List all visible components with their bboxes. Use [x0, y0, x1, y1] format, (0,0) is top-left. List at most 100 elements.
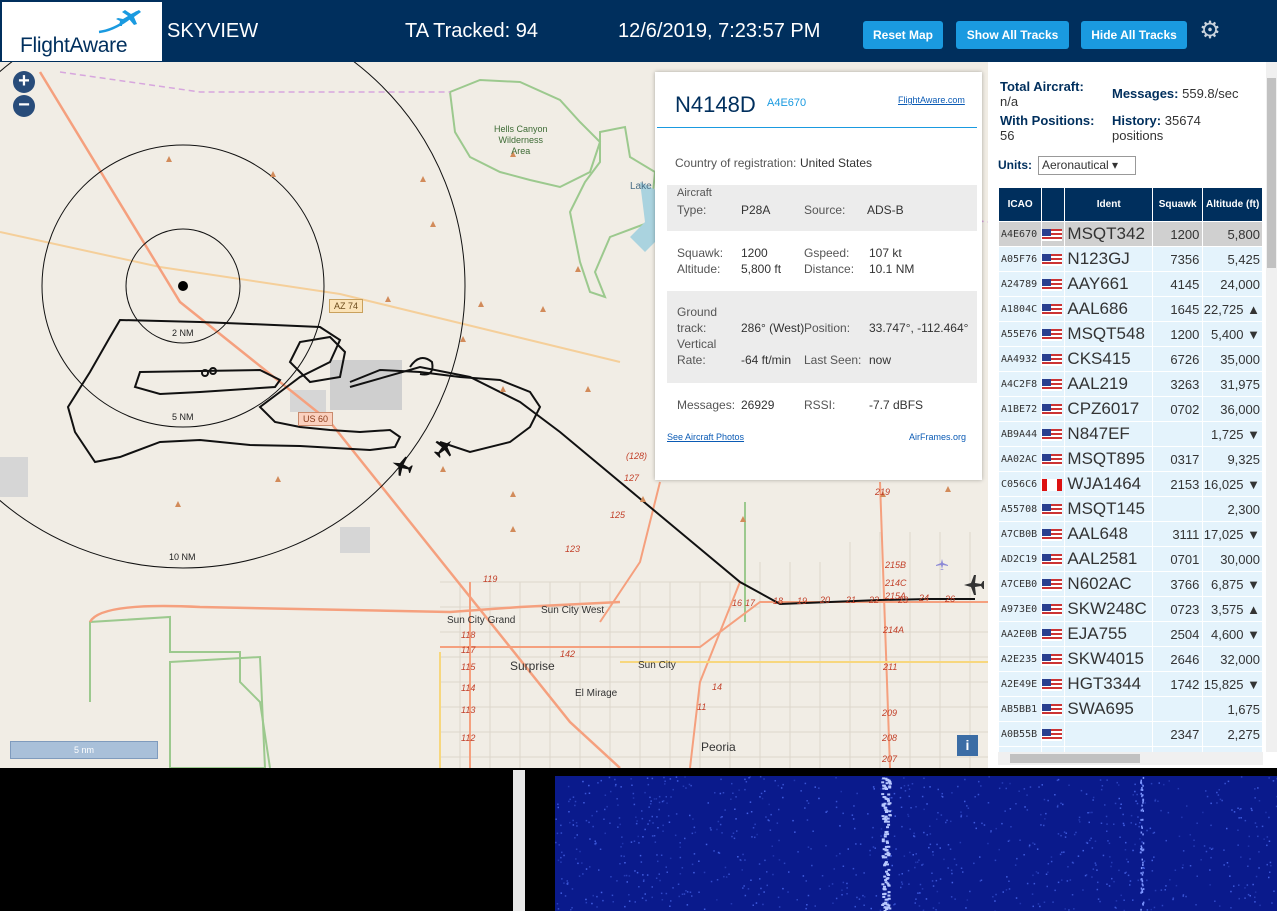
cell-ident: N123GJ: [1065, 247, 1152, 271]
show-all-tracks-button[interactable]: Show All Tracks: [956, 21, 1069, 49]
country-label: Country of registration:: [675, 156, 797, 170]
table-row[interactable]: A1804C AAL686 1645 22,725 ▲: [999, 297, 1262, 321]
table-row[interactable]: A24789 AAY661 4145 24,000: [999, 272, 1262, 296]
waterfall-margin: [525, 776, 555, 911]
cell-ident: AAL2581: [1065, 547, 1152, 571]
cell-flag: [1042, 547, 1065, 571]
airframes-link[interactable]: AirFrames.org: [909, 432, 966, 442]
table-row[interactable]: A05F76 N123GJ 7356 5,425: [999, 247, 1262, 271]
vertical-rate-value: -64 ft/min: [741, 353, 792, 367]
road-shield-az74: AZ 74: [329, 299, 364, 313]
table-row[interactable]: AB5BB1 SWA695 1,675: [999, 697, 1262, 721]
table-row[interactable]: AB9A44 N847EF 1,725 ▼: [999, 422, 1262, 446]
cell-altitude: 5,425: [1203, 247, 1262, 271]
cell-flag: [1042, 497, 1065, 521]
with-positions-value: 56: [1000, 128, 1015, 143]
cell-squawk: 3111: [1153, 522, 1203, 546]
reset-map-button[interactable]: Reset Map: [863, 21, 943, 49]
road-number: 207: [882, 754, 898, 764]
cell-flag: [1042, 622, 1065, 646]
cell-altitude: 9,325: [1203, 447, 1262, 471]
info-icon[interactable]: i: [957, 735, 978, 756]
flightaware-logo[interactable]: FlightAware: [2, 2, 162, 61]
place-label-line: Wilderness: [498, 135, 544, 145]
cell-ident: AAL219: [1065, 372, 1152, 396]
cell-altitude: 17,025 ▼: [1203, 522, 1262, 546]
flightaware-link[interactable]: FlightAware.com: [898, 95, 965, 105]
cell-icao: A05F76: [999, 247, 1042, 271]
altitude-label: Altitude:: [677, 262, 721, 276]
flight-track: [201, 369, 209, 377]
col-squawk[interactable]: Squawk: [1153, 188, 1203, 221]
road-number: 142: [560, 649, 576, 659]
table-row[interactable]: A55E76 MSQT548 1200 5,400 ▼: [999, 322, 1262, 346]
cell-icao: A4C2F8: [999, 372, 1042, 396]
us-flag-icon: [1042, 229, 1063, 242]
road-number: 114: [461, 683, 476, 693]
road-number: 219: [875, 487, 891, 497]
units-label: Units:: [998, 158, 1032, 172]
cell-squawk: 3263: [1153, 372, 1203, 396]
sidebar-scroll-thumb[interactable]: [1267, 78, 1276, 268]
us-flag-icon: [1042, 554, 1063, 567]
cell-altitude: 32,000: [1203, 647, 1262, 671]
aircraft-icon[interactable]: [430, 434, 458, 462]
zoom-out-button[interactable]: −: [13, 95, 35, 117]
gear-icon[interactable]: ⚙: [1197, 19, 1223, 45]
table-row[interactable]: A55708 MSQT145 2,300: [999, 497, 1262, 521]
cell-flag: [1042, 597, 1065, 621]
table-horizontal-scroll-thumb[interactable]: [1010, 754, 1140, 763]
table-row[interactable]: AD2C19 AAL2581 0701 30,000: [999, 547, 1262, 571]
aircraft-icon[interactable]: [964, 575, 984, 595]
road-number: 20: [820, 595, 831, 605]
col-altitude[interactable]: Altitude (ft): [1203, 188, 1262, 221]
total-aircraft-value: n/a: [1000, 94, 1019, 109]
logo-text: FlightAware: [20, 34, 128, 57]
units-select[interactable]: Aeronautical ▾: [1038, 156, 1136, 175]
col-icao[interactable]: ICAO: [999, 188, 1042, 221]
selected-aircraft-icon[interactable]: [389, 453, 415, 479]
squawk-value: 1200: [741, 246, 768, 260]
table-row[interactable]: A0B55B 2347 2,275: [999, 722, 1262, 746]
type-label: Aircraft: [677, 187, 712, 199]
ground-track-label: Ground: [677, 305, 718, 319]
zoom-in-button[interactable]: +: [13, 71, 35, 93]
cell-icao: AD2C19: [999, 547, 1042, 571]
table-row[interactable]: A1BE72 CPZ6017 0702 36,000: [999, 397, 1262, 421]
col-ident[interactable]: Ident: [1065, 188, 1152, 221]
col-flag[interactable]: [1042, 188, 1065, 221]
table-row[interactable]: AA4932 CKS415 6726 35,000: [999, 347, 1262, 371]
cell-icao: A1804C: [999, 297, 1042, 321]
type-label: Type:: [677, 203, 707, 217]
road-number: 214C: [885, 578, 907, 588]
speed-block: Squawk: 1200 Gspeed: 107 kt Altitude: 5,…: [667, 239, 977, 285]
history-label: History:: [1112, 113, 1162, 128]
cell-flag: [1042, 672, 1065, 696]
road-number: 123: [565, 544, 581, 554]
cell-squawk: [1153, 422, 1203, 446]
road-number: 16: [732, 598, 743, 608]
place-label-sun-city-grand: Sun City Grand: [447, 615, 516, 626]
hide-all-tracks-button[interactable]: Hide All Tracks: [1081, 21, 1187, 49]
table-row[interactable]: A7CB0B AAL648 3111 17,025 ▼: [999, 522, 1262, 546]
us-flag-icon: [1042, 329, 1063, 342]
aircraft-photos-link[interactable]: See Aircraft Photos: [667, 432, 744, 442]
cell-altitude: 4,600 ▼: [1203, 622, 1262, 646]
table-row[interactable]: AA02AC MSQT895 0317 9,325: [999, 447, 1262, 471]
with-positions-label-text: With Positions:: [1000, 113, 1095, 128]
cell-altitude: 1,725 ▼: [1203, 422, 1262, 446]
table-row[interactable]: A4E670 MSQT342 1200 5,800: [999, 222, 1262, 246]
aircraft-info-popup: N4148D A4E670 FlightAware.com Country of…: [655, 72, 982, 480]
table-row[interactable]: A2E235 SKW4015 2646 32,000: [999, 647, 1262, 671]
messages-label: Messages:: [677, 398, 736, 412]
table-row[interactable]: A2E49E HGT3344 1742 15,825 ▼: [999, 672, 1262, 696]
table-row[interactable]: A973E0 SKW248C 0723 3,575 ▲: [999, 597, 1262, 621]
panel-splitter[interactable]: [513, 770, 525, 911]
table-row[interactable]: AA2E0B EJA755 2504 4,600 ▼: [999, 622, 1262, 646]
aircraft-sidebar: Total Aircraft: n/a Messages: 559.8/sec …: [988, 62, 1277, 768]
cell-squawk: 2347: [1153, 722, 1203, 746]
tracked-count: TA Tracked: 94: [405, 20, 539, 42]
table-row[interactable]: C056C6 WJA1464 2153 16,025 ▼: [999, 472, 1262, 496]
table-row[interactable]: A4C2F8 AAL219 3263 31,975: [999, 372, 1262, 396]
table-row[interactable]: A7CEB0 N602AC 3766 6,875 ▼: [999, 572, 1262, 596]
